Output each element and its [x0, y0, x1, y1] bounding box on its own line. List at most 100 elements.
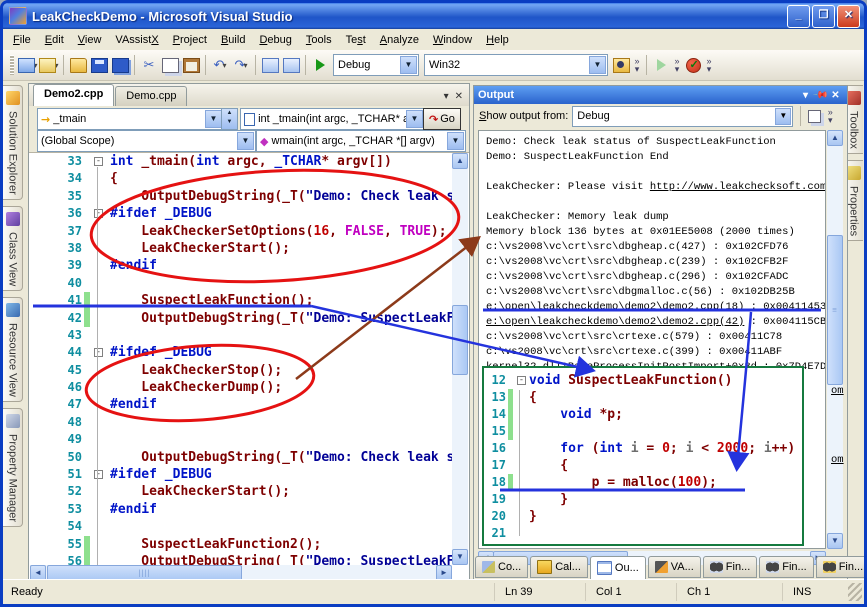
tool-tab-va[interactable]: VA...	[648, 556, 701, 578]
toolbar-overflow-icon[interactable]: »▾	[704, 57, 714, 73]
code-line[interactable]: 48	[30, 414, 452, 431]
output-vscrollbar[interactable]: ▲ ▼ ≡	[827, 130, 843, 549]
scroll-down-icon[interactable]: ▼	[827, 533, 843, 549]
minimize-button[interactable]: _	[787, 5, 810, 28]
open-file-icon[interactable]	[68, 55, 88, 75]
code-line[interactable]: 18 p = malloc(100);	[484, 474, 802, 491]
tool-tab-co[interactable]: Co...	[475, 556, 528, 578]
undo-icon[interactable]: ↶▾	[210, 55, 230, 75]
code-line[interactable]: 42 OutputDebugString(_T("Demo: SuspectLe…	[30, 310, 452, 327]
chevron-down-icon[interactable]: ▼	[400, 56, 417, 74]
scroll-down-icon[interactable]: ▼	[452, 549, 468, 565]
code-line[interactable]: 54	[30, 518, 452, 535]
menu-vassistx[interactable]: VAssistX	[108, 31, 165, 49]
cut-icon[interactable]: ✂	[139, 55, 159, 75]
auto-hide-pin-icon[interactable]: 📌	[811, 86, 829, 104]
code-line[interactable]: 38 LeakCheckerStart();	[30, 240, 452, 257]
output-link[interactable]: e:\open\leakcheckdemo\demo2\demo2.cpp(18…	[486, 301, 744, 313]
code-line[interactable]: 36-#ifdef _DEBUG	[30, 205, 452, 222]
tool-tab-cal[interactable]: Cal...	[530, 556, 588, 578]
menu-project[interactable]: Project	[166, 31, 214, 49]
start-debugging-icon[interactable]	[310, 55, 330, 75]
code-line[interactable]: 40	[30, 275, 452, 292]
code-line[interactable]: 17 {	[484, 457, 802, 474]
code-line[interactable]: 12-void SuspectLeakFunction()	[484, 372, 802, 389]
editor-close-icon[interactable]: ✕	[455, 91, 463, 102]
toolbar-overflow-icon[interactable]: »▾	[672, 57, 682, 73]
output-vscroll-thumb[interactable]: ≡	[827, 235, 843, 385]
code-line[interactable]: 53#endif	[30, 501, 452, 518]
output-line[interactable]: e:\open\leakcheckdemo\demo2\demo2.cpp(18…	[486, 300, 825, 315]
code-line[interactable]: 33-int _tmain(int argc, _TCHAR* argv[])	[30, 153, 452, 170]
fold-margin[interactable]: -	[513, 372, 529, 389]
code-line[interactable]: 35 OutputDebugString(_T("Demo: Check lea…	[30, 188, 452, 205]
chevron-down-icon[interactable]: ▼	[775, 108, 791, 125]
clear-output-icon[interactable]	[808, 110, 821, 123]
side-tab-solution-explorer[interactable]: Solution Explorer	[3, 85, 23, 200]
title-bar[interactable]: LeakCheckDemo - Microsoft Visual Studio …	[3, 3, 864, 29]
copy-icon[interactable]	[160, 55, 180, 75]
resize-grip[interactable]	[848, 583, 862, 601]
editor-vscroll-thumb[interactable]	[452, 305, 468, 375]
navigate-backward-icon[interactable]	[260, 55, 280, 75]
fold-margin[interactable]: -	[90, 466, 110, 483]
scroll-up-icon[interactable]: ▲	[827, 130, 843, 146]
code-line[interactable]: 45 LeakCheckerStop();	[30, 362, 452, 379]
va-member-combo[interactable]: ◆ wmain(int argc, _TCHAR *[] argv) ▼	[256, 130, 466, 152]
toolbar-overflow-icon[interactable]: »▾	[825, 108, 835, 124]
code-line[interactable]: 56 OutputDebugString(_T("Demo: SuspectLe…	[30, 553, 452, 565]
code-line[interactable]: 51-#ifdef _DEBUG	[30, 466, 452, 483]
va-run-icon[interactable]	[651, 55, 671, 75]
fold-margin[interactable]: -	[90, 205, 110, 222]
member-spinner[interactable]: ▲▼	[221, 108, 238, 130]
output-link[interactable]: http://www.leakchecksoft.com	[650, 181, 826, 193]
editor-menu-icon[interactable]: ▾	[444, 91, 449, 102]
menu-file[interactable]: File	[6, 31, 38, 49]
close-icon[interactable]: ✕	[828, 90, 843, 101]
code-line[interactable]: 52 LeakCheckerStart();	[30, 483, 452, 500]
code-line[interactable]: 39#endif	[30, 257, 452, 274]
window-position-icon[interactable]: ▾	[798, 90, 813, 101]
code-line[interactable]: 16 for (int i = 0; i < 2000; i++)	[484, 440, 802, 457]
code-line[interactable]: 19 }	[484, 491, 802, 508]
output-line[interactable]: e:\open\leakcheckdemo\demo2\demo2.cpp(42…	[486, 315, 825, 330]
output-source-combo[interactable]: Debug ▼	[572, 106, 793, 127]
chevron-down-icon[interactable]: ▼	[447, 132, 464, 150]
editor-vscrollbar[interactable]: ▲ ▼	[452, 153, 468, 565]
output-title-bar[interactable]: Output ▾ 📌 ✕	[474, 86, 847, 104]
solution-platforms-combo[interactable]: Win32▼	[424, 54, 608, 76]
vassistx-icon[interactable]	[683, 55, 703, 75]
find-in-files-icon[interactable]	[611, 55, 631, 75]
code-line[interactable]: 49	[30, 431, 452, 448]
paste-icon[interactable]	[181, 55, 201, 75]
scroll-up-icon[interactable]: ▲	[452, 153, 468, 169]
code-line[interactable]: 13{	[484, 389, 802, 406]
code-line[interactable]: 20}	[484, 508, 802, 525]
close-button[interactable]: ✕	[837, 5, 860, 28]
code-line[interactable]: 55 SuspectLeakFunction2();	[30, 536, 452, 553]
output-link[interactable]: e:\open\leakcheckdemo\demo2\demo2.cpp(42…	[486, 316, 744, 328]
output-line[interactable]: LeakChecker: Please visit http://www.lea…	[486, 180, 825, 195]
menu-tools[interactable]: Tools	[299, 31, 339, 49]
code-line[interactable]: 46 LeakCheckerDump();	[30, 379, 452, 396]
code-line[interactable]: 43	[30, 327, 452, 344]
tab-demo2-cpp[interactable]: Demo2.cpp	[33, 84, 114, 106]
chevron-down-icon[interactable]: ▼	[237, 132, 254, 150]
fold-margin[interactable]: -	[90, 344, 110, 361]
code-line[interactable]: 15	[484, 423, 802, 440]
new-project-icon[interactable]: ▾	[18, 55, 38, 75]
fold-margin[interactable]: -	[90, 153, 110, 170]
save-all-icon[interactable]	[110, 55, 130, 75]
menu-edit[interactable]: Edit	[38, 31, 71, 49]
solution-configurations-combo[interactable]: Debug▼	[333, 54, 419, 76]
code-line[interactable]: 44-#ifdef _DEBUG	[30, 344, 452, 361]
maximize-button[interactable]: ❐	[812, 5, 835, 28]
tab-demo-cpp[interactable]: Demo.cpp	[115, 86, 187, 106]
code-line[interactable]: 34{	[30, 170, 452, 187]
menu-view[interactable]: View	[71, 31, 109, 49]
tool-tab-fin[interactable]: Fin...	[816, 556, 867, 578]
navigate-forward-icon[interactable]	[281, 55, 301, 75]
save-icon[interactable]	[89, 55, 109, 75]
code-line[interactable]: 37 LeakCheckerSetOptions(16, FALSE, TRUE…	[30, 223, 452, 240]
side-tab-property-manager[interactable]: Property Manager	[3, 408, 23, 527]
